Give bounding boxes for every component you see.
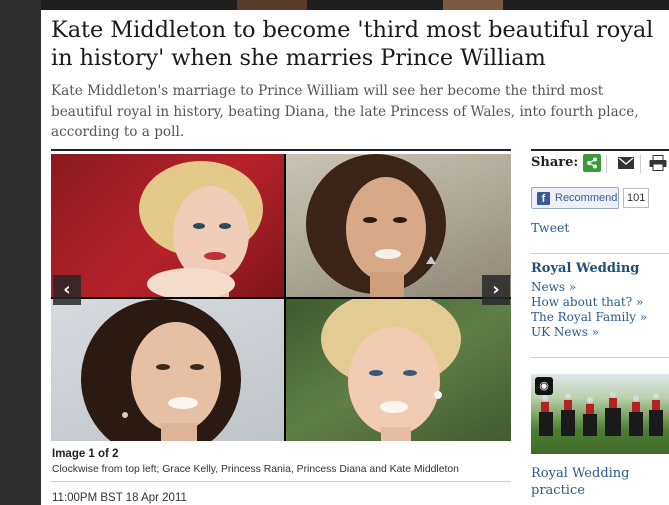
princess-rania-illustration (306, 154, 446, 297)
promo-title-link[interactable]: Royal Wedding practice (531, 465, 651, 499)
email-icon (618, 157, 634, 169)
article-standfirst: Kate Middleton's marriage to Prince Will… (51, 83, 639, 140)
share-separator (640, 155, 641, 173)
caption-divider (51, 481, 511, 482)
related-links-list: News » How about that? » The Royal Famil… (531, 280, 647, 340)
share-button[interactable] (583, 154, 601, 172)
chevron-left-icon: ‹ (63, 279, 71, 300)
facebook-icon: f (537, 191, 550, 205)
chevron-right-icon: › (492, 279, 500, 300)
gallery-top-rule (51, 149, 511, 151)
sidebar-divider (531, 357, 669, 358)
facebook-recommend-count: 101 (623, 188, 650, 208)
share-label: Share: (531, 155, 579, 170)
print-button[interactable] (649, 154, 667, 172)
cropped-image-fragment (237, 0, 307, 10)
kate-middleton-illustration (81, 299, 241, 441)
top-cropped-strip (41, 0, 669, 10)
share-icon (587, 157, 597, 169)
print-icon (649, 155, 667, 171)
article-headline: Kate Middleton to become 'third most bea… (51, 17, 654, 71)
photo-princess-diana (286, 299, 511, 441)
facebook-recommend-label: Recommend (555, 192, 618, 204)
camera-icon: ◉ (535, 377, 553, 395)
princess-diana-illustration (321, 299, 461, 441)
gallery-caption: Clockwise from top left; Grace Kelly, Pr… (52, 464, 459, 475)
sidebar-top-rule (531, 149, 669, 151)
article-dateline: 11:00PM BST 18 Apr 2011 (52, 492, 187, 504)
related-heading-royal-wedding[interactable]: Royal Wedding (531, 261, 639, 276)
photo-kate-middleton (51, 299, 284, 441)
related-link-uk-news[interactable]: UK News » (531, 325, 647, 340)
photo-gallery[interactable] (51, 154, 511, 441)
share-separator (606, 155, 607, 173)
email-button[interactable] (617, 154, 635, 172)
grace-kelly-illustration (139, 161, 263, 297)
gallery-image-counter: Image 1 of 2 (52, 448, 119, 460)
gallery-next-button[interactable]: › (482, 275, 510, 305)
facebook-recommend-button[interactable]: f Recommend (531, 187, 619, 209)
related-link-royal-family[interactable]: The Royal Family » (531, 310, 647, 325)
promo-image-royal-wedding-practice[interactable]: ◉ (531, 374, 669, 454)
gallery-prev-button[interactable]: ‹ (53, 275, 81, 305)
photo-grace-kelly (51, 154, 284, 297)
left-background-strip (0, 0, 41, 505)
related-link-how-about-that[interactable]: How about that? » (531, 295, 647, 310)
related-link-news[interactable]: News » (531, 280, 647, 295)
tweet-link[interactable]: Tweet (531, 220, 569, 235)
sidebar-divider (531, 253, 669, 254)
photo-princess-rania (286, 154, 511, 297)
cropped-image-fragment (443, 0, 503, 10)
